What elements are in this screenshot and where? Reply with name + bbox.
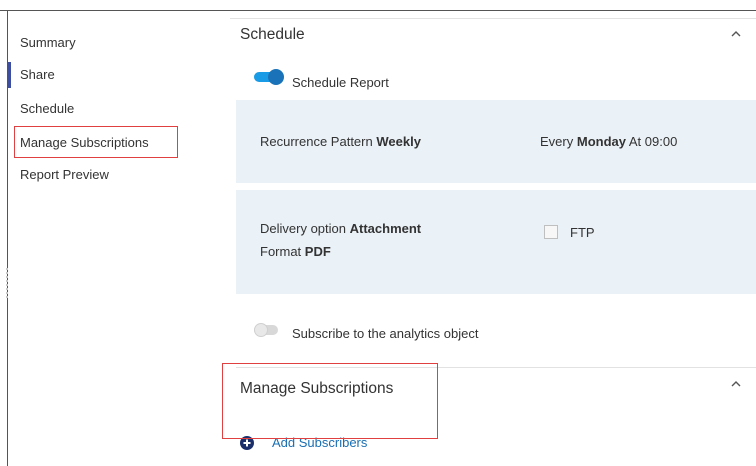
toggle-knob xyxy=(254,323,268,337)
ftp-checkbox[interactable] xyxy=(544,225,558,239)
nav-item-share[interactable]: Share xyxy=(20,67,55,82)
delivery-option-value: Attachment xyxy=(349,221,422,236)
main-top-divider xyxy=(230,18,756,19)
nav-active-indicator xyxy=(8,62,11,88)
delivery-option-label: Delivery option xyxy=(260,221,346,236)
delivery-format-label: Format xyxy=(260,244,302,259)
subscribe-analytics-toggle[interactable] xyxy=(254,323,284,337)
delivery-format-value: PDF xyxy=(304,244,331,259)
subscribe-analytics-label: Subscribe to the analytics object xyxy=(292,326,479,341)
schedule-report-label: Schedule Report xyxy=(292,75,389,90)
delivery-panel xyxy=(236,190,756,294)
recurrence-pattern-label: Recurrence Pattern xyxy=(260,134,373,149)
recurrence-summary: Every Monday At 09:00 xyxy=(540,134,677,149)
toggle-knob xyxy=(268,69,284,85)
chevron-up-icon[interactable] xyxy=(728,27,744,41)
nav-item-summary[interactable]: Summary xyxy=(20,35,76,50)
nav-highlight-box xyxy=(14,126,178,158)
delivery-option: Delivery option Attachment xyxy=(260,221,421,236)
nav-item-report-preview[interactable]: Report Preview xyxy=(20,167,109,182)
chevron-up-icon[interactable] xyxy=(728,377,744,391)
schedule-section-title: Schedule xyxy=(240,26,305,43)
recurrence-pattern: Recurrence Pattern Weekly xyxy=(260,134,421,149)
recurrence-day-value: Monday xyxy=(576,134,626,149)
manage-subscriptions-highlight-box xyxy=(222,363,438,439)
recurrence-every-label: Every xyxy=(540,134,574,149)
recurrence-time-value: At 09:00 xyxy=(628,134,678,149)
delivery-format: Format PDF xyxy=(260,244,331,259)
ftp-label: FTP xyxy=(570,225,595,240)
frame-top-border xyxy=(0,10,756,11)
nav-item-schedule[interactable]: Schedule xyxy=(20,101,74,116)
schedule-report-toggle[interactable] xyxy=(254,69,284,85)
panel-splitter-handle[interactable] xyxy=(6,268,8,300)
recurrence-pattern-value: Weekly xyxy=(376,134,421,149)
